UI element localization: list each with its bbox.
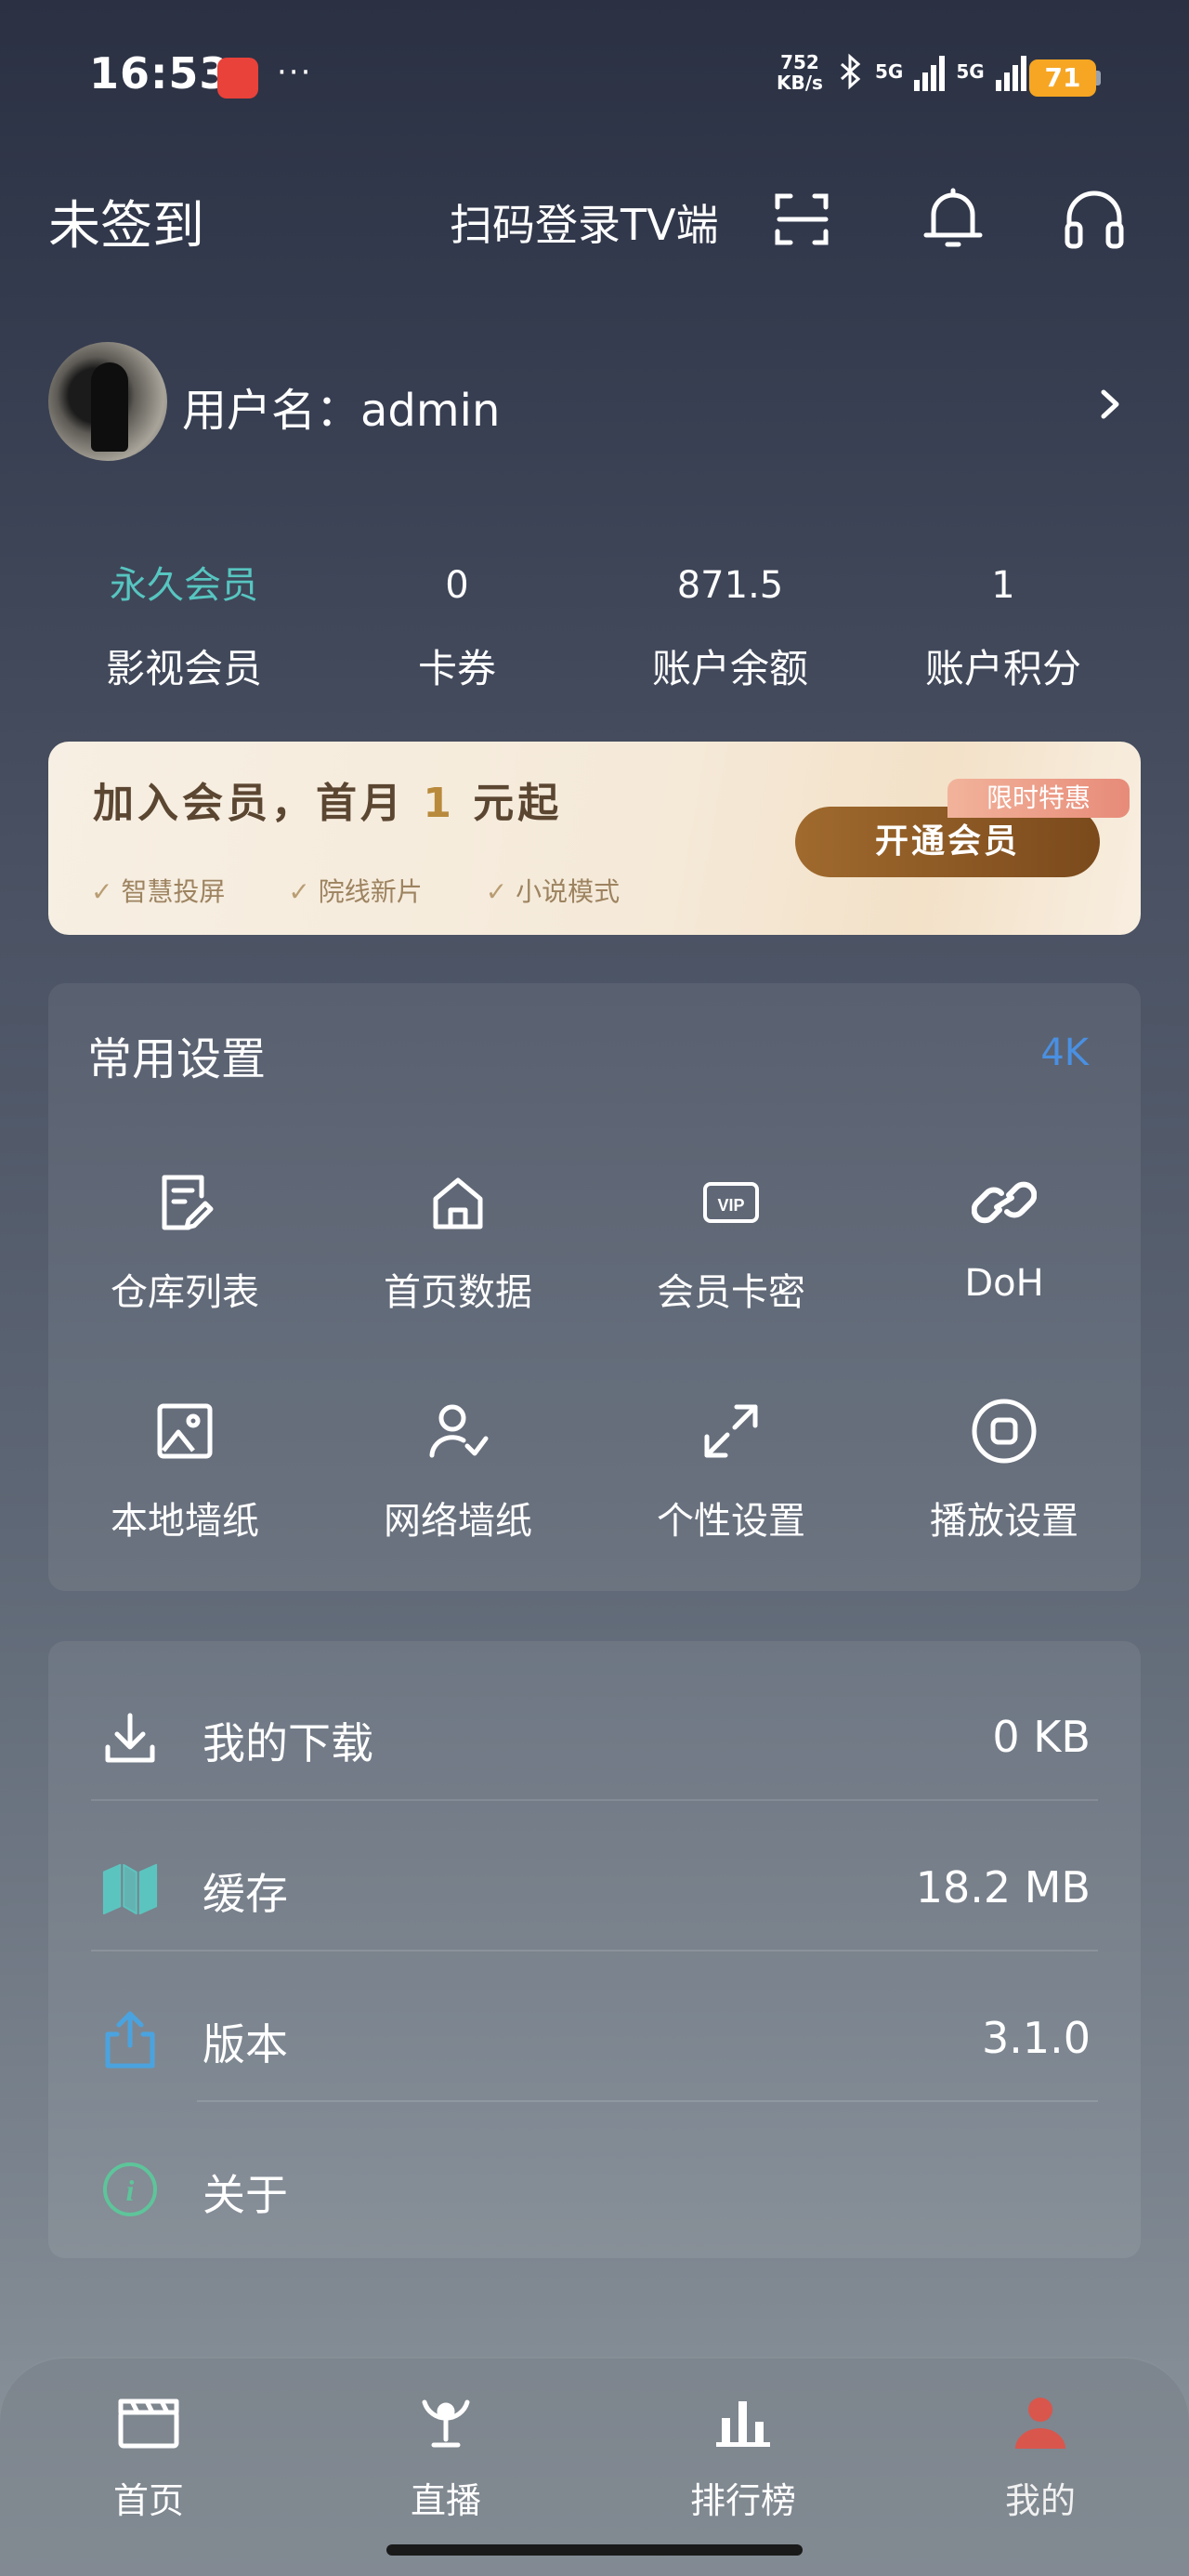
bar-chart-icon [706, 2385, 780, 2459]
banner-title: 加入会员，首月 1 元起 [93, 780, 563, 827]
battery-icon: 71 [1029, 59, 1096, 97]
vip-card-icon: VIP [698, 1169, 764, 1236]
list-item-version[interactable]: 版本 3.1.0 [48, 1963, 1141, 2113]
signal-icon [995, 52, 1026, 91]
tile-network-wallpaper[interactable]: 网络墙纸 [321, 1388, 594, 1565]
stop-circle-icon [971, 1398, 1038, 1465]
tile-local-wallpaper[interactable]: 本地墙纸 [48, 1388, 321, 1565]
list-item-cache[interactable]: 缓存 18.2 MB [48, 1812, 1141, 1963]
headset-icon[interactable] [1057, 182, 1131, 256]
info-list-card: 我的下载 0 KB 缓存 18.2 MB 版本 3.1.0 i 关于 [48, 1641, 1141, 2258]
expand-icon [698, 1398, 764, 1465]
tile-home-data[interactable]: 首页数据 [321, 1160, 594, 1336]
stat-points[interactable]: 1 账户积分 [864, 558, 1143, 694]
tile-vip-card[interactable]: VIP 会员卡密 [594, 1160, 868, 1336]
banner-features: 智慧投屏 院线新片 小说模式 [91, 872, 620, 909]
stat-membership[interactable]: 永久会员 影视会员 [45, 558, 323, 694]
list-item-downloads[interactable]: 我的下载 0 KB [48, 1662, 1141, 1812]
live-icon [409, 2385, 483, 2459]
info-icon: i [100, 2160, 160, 2219]
divider [91, 1950, 1098, 1952]
divider [91, 1799, 1098, 1801]
map-icon [100, 1859, 160, 1918]
stat-balance[interactable]: 871.5 账户余额 [591, 558, 869, 694]
more-notifications-icon: ··· [277, 54, 313, 91]
nav-live[interactable]: 直播 [353, 2385, 539, 2523]
network-speed: 752 KB/s [777, 51, 823, 94]
svg-text:i: i [126, 2174, 135, 2207]
image-icon [151, 1398, 218, 1465]
home-indicator[interactable] [386, 2544, 803, 2556]
quality-badge[interactable]: 4K [1040, 1032, 1089, 1074]
note-edit-icon [151, 1169, 218, 1236]
clapperboard-icon [111, 2385, 186, 2459]
scan-icon[interactable] [765, 182, 840, 256]
link-icon [971, 1169, 1038, 1236]
username[interactable]: 用户名：admin [182, 374, 500, 439]
share-icon [100, 2009, 160, 2069]
bell-icon[interactable] [916, 182, 990, 256]
nav-mine[interactable]: 我的 [947, 2385, 1133, 2523]
signal-icon [914, 52, 946, 91]
nav-home[interactable]: 首页 [56, 2385, 242, 2523]
status-time: 16:53 [89, 48, 230, 99]
tile-repository-list[interactable]: 仓库列表 [48, 1160, 321, 1336]
settings-title: 常用设置 [87, 1033, 267, 1085]
tile-personalization[interactable]: 个性设置 [594, 1388, 868, 1565]
home-icon [425, 1169, 491, 1236]
list-item-about[interactable]: i 关于 [48, 2113, 1141, 2264]
user-check-icon [425, 1398, 491, 1465]
tile-playback-settings[interactable]: 播放设置 [868, 1388, 1141, 1565]
stat-coupons[interactable]: 0 卡券 [318, 558, 596, 694]
divider [197, 2100, 1098, 2102]
status-icons: 5G 5G [836, 52, 1026, 91]
tv-login-link[interactable]: 扫码登录TV端 [450, 191, 719, 253]
svg-text:VIP: VIP [717, 1196, 744, 1215]
user-icon [1003, 2385, 1078, 2459]
download-icon [100, 1708, 160, 1768]
nav-ranking[interactable]: 排行榜 [650, 2385, 836, 2523]
sign-in-status[interactable]: 未签到 [48, 184, 204, 259]
common-settings-card: 常用设置 4K 仓库列表 首页数据 VIP 会员卡密 DoH 本地墙纸 网络墙纸… [48, 983, 1141, 1591]
avatar[interactable] [48, 342, 167, 461]
tile-doh[interactable]: DoH [868, 1160, 1141, 1336]
battery-tip [1096, 71, 1101, 85]
bluetooth-icon [841, 53, 861, 90]
chevron-right-icon[interactable] [1094, 381, 1128, 427]
app-notification-icon [217, 58, 258, 99]
limited-offer-badge: 限时特惠 [947, 779, 1130, 818]
vip-banner[interactable]: 加入会员，首月 1 元起 智慧投屏 院线新片 小说模式 开通会员 限时特惠 [48, 742, 1141, 935]
